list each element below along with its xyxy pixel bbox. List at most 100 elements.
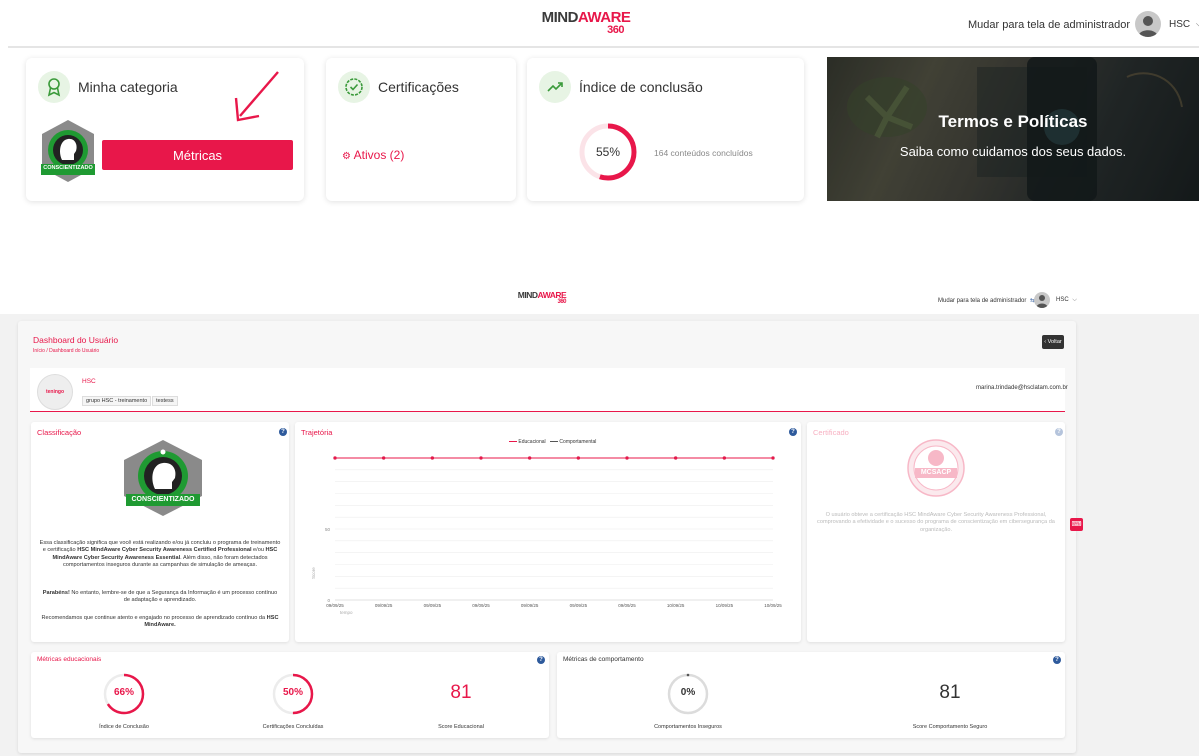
trajetoria-chart: 050Score09/09/25 09/09/25 09/09/25 09/09/25… bbox=[311, 456, 782, 615]
chevron-down-icon: ⌵ bbox=[1072, 297, 1077, 303]
help-icon[interactable]: ? bbox=[1055, 428, 1063, 436]
group-tag: testess bbox=[152, 396, 178, 406]
keyboard-shortcut-icon[interactable]: ⌨ bbox=[1070, 518, 1083, 531]
user-icon bbox=[1138, 16, 1158, 37]
chevron-left-icon: ‹ bbox=[1044, 339, 1047, 345]
card-title: Minha categoria bbox=[78, 79, 178, 95]
data-point-educacional bbox=[382, 456, 386, 460]
divider bbox=[8, 46, 1199, 48]
certificacoes-ring: 50% bbox=[271, 672, 315, 716]
x-tick-label: 09/09/25 bbox=[375, 603, 393, 608]
x-tick-label: 09/09/25 bbox=[618, 603, 636, 608]
trajetoria-panel: Trajetória ? Educacional Comportamental … bbox=[295, 422, 801, 642]
profile-strip bbox=[30, 368, 1065, 412]
data-point-educacional bbox=[576, 456, 580, 460]
page-title: Dashboard do Usuário bbox=[33, 335, 119, 345]
top-screenshot: MINDAWARE 360 Mudar para tela de adminis… bbox=[0, 0, 1199, 210]
classification-text: Essa classificação significa que você es… bbox=[39, 540, 281, 569]
profile-avatar: teningo bbox=[37, 374, 73, 410]
data-point-educacional bbox=[722, 456, 726, 460]
data-point-educacional bbox=[479, 456, 483, 460]
panel-title: Métricas de comportamento bbox=[563, 656, 644, 663]
data-point-educacional bbox=[528, 456, 532, 460]
certificado-panel: Certificado ? MCSACP O usuário obteve a … bbox=[807, 422, 1065, 642]
metric-label: Score Comportamento Seguro bbox=[912, 724, 988, 730]
profile-groups: grupo HSC - treinamento testess bbox=[82, 389, 178, 407]
panel-title: Certificado bbox=[813, 428, 849, 437]
profile-email: marina.trindade@hsclatam.com.br bbox=[976, 385, 1068, 391]
comportamentos-inseguros-ring: 0% bbox=[666, 672, 710, 716]
help-icon[interactable]: ? bbox=[279, 428, 287, 436]
gear-icon: ⚙ bbox=[342, 151, 351, 162]
avatar[interactable] bbox=[1135, 11, 1161, 37]
avatar[interactable] bbox=[1034, 292, 1050, 308]
classification-recommend: Recomendamos que continue atento e engaj… bbox=[41, 615, 279, 629]
metric-label: Comportamentos Inseguros bbox=[654, 724, 722, 730]
x-tick-label: 09/09/25 bbox=[326, 603, 344, 608]
termos-subtitle: Saiba como cuidamos dos seus dados. bbox=[899, 144, 1127, 159]
score-educacional: 81 bbox=[450, 682, 472, 703]
x-tick-label: 09/09/25 bbox=[472, 603, 490, 608]
indice-conclusao-ring: 66% bbox=[102, 672, 146, 716]
x-tick-label: 09/09/25 bbox=[521, 603, 539, 608]
certificate-seal: MCSACP bbox=[905, 438, 967, 498]
termos-title: Termos e Políticas bbox=[938, 112, 1088, 131]
ativos-link[interactable]: ⚙ Ativos (2) bbox=[342, 148, 404, 162]
breadcrumb[interactable]: Início / Dashboard do Usuário bbox=[33, 348, 99, 354]
metricas-educacionais-panel: Métricas educacionais ? 66% Índice de Co… bbox=[31, 652, 549, 738]
classification-badge: CONSCIENTIZADO bbox=[120, 438, 206, 518]
badge-check-icon bbox=[338, 71, 370, 103]
y-tick-label: 50 bbox=[325, 527, 331, 532]
admin-switch-link[interactable]: Mudar para tela de administrador ⇆ bbox=[968, 18, 1146, 31]
help-icon[interactable]: ? bbox=[1053, 656, 1061, 664]
certificado-text: O usuário obteve a certificação HSC Mind… bbox=[817, 512, 1055, 533]
metric-label: Índice de Conclusão bbox=[99, 724, 149, 730]
help-icon[interactable]: ? bbox=[537, 656, 545, 664]
panel-title: Trajetória bbox=[301, 428, 333, 437]
legend-label: Educacional bbox=[518, 439, 546, 445]
metric-label: Score Educacional bbox=[438, 724, 484, 730]
profile-name: HSC bbox=[82, 378, 96, 385]
back-button[interactable]: ‹ Voltar bbox=[1042, 335, 1064, 349]
data-point-educacional bbox=[771, 456, 775, 460]
legend-label: Comportamental bbox=[559, 439, 597, 445]
arrow-icon bbox=[234, 71, 279, 122]
card-certificacoes: Certificações ⚙ Ativos (2) bbox=[326, 58, 516, 201]
data-point-educacional bbox=[333, 456, 337, 460]
legend-swatch-educacional bbox=[509, 441, 517, 443]
user-icon bbox=[1036, 295, 1048, 308]
card-minha-categoria: Minha categoria CONSCIENTIZADO Métricas bbox=[26, 58, 304, 201]
x-tick-label: 10/09/25 bbox=[764, 603, 782, 608]
metric-label: Certificações Concluídas bbox=[262, 724, 324, 730]
x-tick-label: 09/09/25 bbox=[424, 603, 442, 608]
trending-up-icon bbox=[539, 71, 571, 103]
user-menu[interactable]: HSC ⌵ bbox=[1169, 19, 1199, 30]
legend-swatch-comportamental bbox=[550, 441, 559, 443]
user-menu[interactable]: HSC ⌵ bbox=[1056, 297, 1077, 304]
brand-logo[interactable]: MINDAWARE 360 bbox=[512, 291, 572, 305]
metricas-comportamento-panel: Métricas de comportamento ? 0% Comportam… bbox=[557, 652, 1065, 738]
termos-banner[interactable]: Termos e Políticas Saiba como cuidamos d… bbox=[827, 57, 1199, 201]
card-title: Índice de conclusão bbox=[579, 79, 703, 95]
group-tag: grupo HSC - treinamento bbox=[82, 396, 152, 406]
conclusao-ring: 55% bbox=[578, 122, 638, 182]
score-comportamento: 81 bbox=[939, 682, 961, 703]
help-icon[interactable]: ? bbox=[789, 428, 797, 436]
card-title: Certificações bbox=[378, 79, 459, 95]
x-axis-label: tempo bbox=[340, 610, 353, 615]
admin-switch-link[interactable]: Mudar para tela de administrador ⇆ bbox=[938, 297, 1035, 304]
data-point-educacional bbox=[674, 456, 678, 460]
x-tick-label: 10/09/25 bbox=[667, 603, 685, 608]
metricas-button[interactable]: Métricas bbox=[102, 140, 293, 170]
conclusao-detail: 164 conteúdos concluídos bbox=[654, 148, 753, 158]
x-tick-label: 10/09/25 bbox=[716, 603, 734, 608]
card-indice-conclusao: Índice de conclusão 55% 164 conteúdos co… bbox=[527, 58, 804, 201]
dashboard-screenshot: MINDAWARE 360 Mudar para tela de adminis… bbox=[0, 282, 1199, 756]
award-icon bbox=[38, 71, 70, 103]
brand-logo[interactable]: MINDAWARE 360 bbox=[536, 10, 636, 36]
data-point-educacional bbox=[430, 456, 434, 460]
classification-congrats: Parabéns! No entanto, lembre-se de que a… bbox=[42, 590, 278, 604]
y-axis-label: Score bbox=[311, 567, 316, 579]
x-tick-label: 09/09/25 bbox=[570, 603, 588, 608]
chart-legend: Educacional Comportamental bbox=[509, 439, 596, 445]
